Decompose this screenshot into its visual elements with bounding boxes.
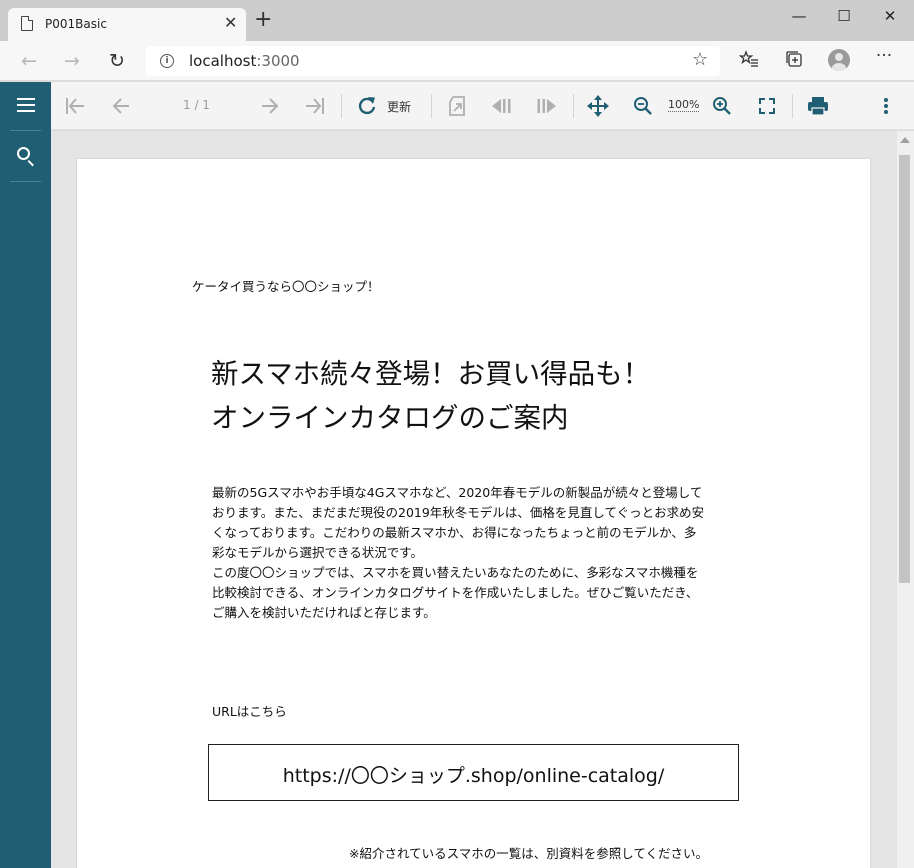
browser-toolbar: ← → ↻ i localhost:3000 ☆ ···	[0, 41, 914, 81]
kebab-menu-icon	[884, 98, 888, 114]
last-page-button[interactable]	[303, 94, 327, 118]
fullscreen-button[interactable]	[755, 94, 779, 118]
url-text[interactable]: localhost:3000	[189, 52, 300, 70]
tagline: ケータイ買うなら〇〇ショップ！	[192, 279, 380, 294]
move-icon	[587, 95, 609, 117]
report-viewport[interactable]: ケータイ買うなら〇〇ショップ！ 新スマホ続々登場！お買い得品も！ オンラインカタ…	[51, 131, 897, 868]
refresh-label[interactable]: 更新	[387, 98, 411, 115]
collections-icon[interactable]	[781, 49, 807, 74]
body-line: 最新の5Gスマホやお手頃な4Gスマホなど、2020年春モデルの新製品が続々と登場…	[212, 485, 703, 500]
search-icon	[17, 147, 30, 160]
first-page-button[interactable]	[63, 94, 87, 118]
arrow-left-icon	[112, 98, 129, 114]
headline-line: 新スマホ続々登場！お買い得品も！	[211, 358, 651, 390]
report-page: ケータイ買うなら〇〇ショップ！ 新スマホ続々登場！お買い得品も！ オンラインカタ…	[77, 159, 870, 868]
sidebar-divider	[10, 181, 41, 182]
history-back-icon	[492, 99, 511, 113]
tab-title: P001Basic	[45, 17, 107, 31]
zoom-out-icon	[634, 97, 652, 115]
star-icon[interactable]: ☆	[692, 49, 708, 70]
menu-button[interactable]	[6, 82, 45, 128]
headline-line: オンラインカタログのご案内	[211, 402, 569, 434]
url-port: :3000	[256, 52, 300, 70]
refresh-button[interactable]	[355, 94, 379, 118]
footnote: ※紹介されているスマホの一覧は、別資料を参照してください。	[349, 846, 708, 861]
info-icon[interactable]: i	[160, 54, 174, 68]
zoom-out-button[interactable]	[631, 94, 655, 118]
arrow-right-icon	[262, 98, 279, 114]
body-line: 比較検討できる、オンラインカタログサイトを作成いたしました。ぜひご覧いただき、	[212, 585, 699, 600]
search-button[interactable]	[6, 132, 45, 178]
reload-button[interactable]: ↻	[104, 48, 130, 74]
browser-tab[interactable]: P001Basic ✕	[8, 8, 246, 42]
body-text: 最新の5Gスマホやお手頃な4Gスマホなど、2020年春モデルの新製品が続々と登場…	[212, 483, 742, 623]
tab-close-icon[interactable]: ✕	[224, 13, 237, 32]
browser-titlebar: P001Basic ✕ + — ☐ ✕	[0, 0, 914, 42]
catalog-url-box: https://〇〇ショップ.shop/online-catalog/	[208, 744, 739, 801]
new-tab-button[interactable]: +	[254, 9, 272, 31]
toolbar-divider	[573, 94, 574, 118]
back-button[interactable]: ←	[16, 48, 42, 74]
page-indicator[interactable]: 1 / 1	[183, 98, 210, 112]
url-label: URLはこちら	[212, 704, 287, 719]
more-options-button[interactable]	[876, 94, 896, 118]
page-icon	[21, 16, 33, 31]
export-button[interactable]	[445, 94, 469, 118]
forward-button[interactable]: →	[59, 48, 85, 74]
toolbar-divider	[792, 94, 793, 118]
body-line: 彩なモデルから選択できる状況です。	[212, 545, 424, 560]
first-page-icon	[66, 98, 84, 114]
zoom-in-button[interactable]	[710, 94, 734, 118]
previous-page-button[interactable]	[109, 94, 133, 118]
scrollbar-thumb[interactable]	[899, 155, 910, 583]
refresh-icon	[358, 97, 376, 115]
pan-mode-button[interactable]	[586, 94, 610, 118]
forward-history-button[interactable]	[535, 94, 559, 118]
next-page-button[interactable]	[258, 94, 282, 118]
more-icon[interactable]: ···	[871, 46, 897, 66]
body-line: この度〇〇ショップでは、スマホを買い替えたいあなたのために、多彩なスマホ機種を	[212, 565, 699, 580]
maximize-button[interactable]: ☐	[829, 4, 859, 28]
sidebar-divider	[10, 130, 41, 131]
zoom-in-icon	[713, 97, 731, 115]
toolbar-divider	[341, 94, 342, 118]
print-button[interactable]	[806, 94, 830, 118]
scroll-up-arrow-icon[interactable]	[900, 137, 910, 143]
last-page-icon	[306, 98, 324, 114]
history-forward-icon	[537, 99, 556, 113]
headline: 新スマホ続々登場！お買い得品も！ オンラインカタログのご案内	[211, 352, 650, 440]
catalog-url: https://〇〇ショップ.shop/online-catalog/	[282, 765, 665, 787]
body-line: ご購入を検討いただければと存じます。	[212, 605, 436, 620]
body-line: おります。また、まだまだ現役の2019年秋冬モデルは、価格を見直してぐっとお求め…	[212, 505, 705, 520]
profile-avatar[interactable]	[828, 49, 850, 71]
close-window-button[interactable]: ✕	[875, 4, 905, 28]
viewer-toolbar: 1 / 1 更新 100%	[51, 82, 914, 130]
toolbar-divider	[431, 94, 432, 118]
print-icon	[808, 97, 828, 116]
hamburger-icon	[17, 98, 35, 112]
address-bar[interactable]: i localhost:3000 ☆	[146, 46, 720, 76]
viewer-sidebar	[0, 82, 51, 868]
zoom-level[interactable]: 100%	[668, 98, 700, 112]
minimize-button[interactable]: —	[784, 4, 814, 28]
favorites-icon[interactable]	[736, 49, 762, 74]
fullscreen-icon	[759, 98, 775, 114]
body-line: くなっております。こだわりの最新スマホか、お得になったちょっと前のモデルか、多	[212, 525, 697, 540]
url-host: localhost	[189, 52, 257, 70]
backward-history-button[interactable]	[489, 94, 513, 118]
export-icon	[449, 96, 465, 116]
